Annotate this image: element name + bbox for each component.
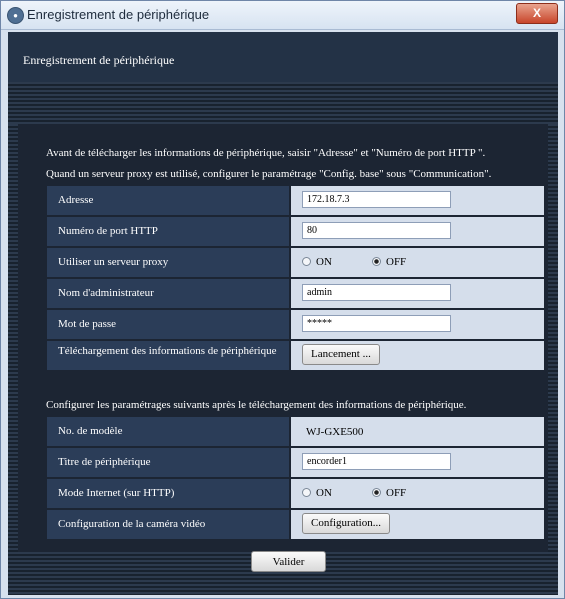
- camera-configuration-button[interactable]: Configuration...: [302, 513, 390, 534]
- address-input[interactable]: 172.18.7.3: [302, 191, 451, 208]
- device-registration-window: ● Enregistrement de périphérique X Enreg…: [0, 0, 565, 599]
- title-bar: ● Enregistrement de périphérique X: [1, 1, 564, 30]
- close-button[interactable]: X: [516, 3, 558, 24]
- camera-config-cell: Configuration...: [291, 510, 544, 539]
- device-title-label: Titre de périphérique: [47, 448, 289, 477]
- radio-checked-icon: [372, 257, 381, 266]
- proxy-cell: ON OFF: [291, 248, 544, 277]
- proxy-label: Utiliser un serveur proxy: [47, 248, 289, 277]
- proxy-off-label: OFF: [386, 256, 407, 268]
- intro-text-1: Avant de télécharger les informations de…: [46, 147, 486, 159]
- radio-unchecked-icon: [302, 257, 311, 266]
- settings-panel: Avant de télécharger les informations de…: [18, 124, 548, 552]
- http-port-row: Numéro de port HTTP 80: [47, 217, 544, 246]
- admin-name-label: Nom d'administrateur: [47, 279, 289, 308]
- camera-app-icon: ●: [7, 7, 24, 24]
- left-border: [8, 124, 18, 552]
- password-input[interactable]: *****: [302, 315, 451, 332]
- address-cell: 172.18.7.3: [291, 186, 544, 215]
- model-label: No. de modèle: [47, 417, 289, 446]
- model-cell: WJ-GXE500: [291, 417, 544, 446]
- download-row: Téléchargement des informations de périp…: [47, 341, 544, 370]
- intro-text-2: Quand un serveur proxy est utilisé, conf…: [46, 168, 492, 180]
- device-title-row: Titre de périphérique encorder1: [47, 448, 544, 477]
- password-label: Mot de passe: [47, 310, 289, 339]
- admin-name-cell: admin: [291, 279, 544, 308]
- right-border: [548, 124, 558, 552]
- page-title: Enregistrement de périphérique: [23, 53, 175, 67]
- download-cell: Lancement ...: [291, 341, 544, 370]
- admin-name-input[interactable]: admin: [302, 284, 451, 301]
- address-row: Adresse 172.18.7.3: [47, 186, 544, 215]
- proxy-off-radio[interactable]: OFF: [372, 256, 406, 268]
- proxy-row: Utiliser un serveur proxy ON OFF: [47, 248, 544, 277]
- http-port-input[interactable]: 80: [302, 222, 451, 239]
- device-title-input[interactable]: encorder1: [302, 453, 451, 470]
- radio-unchecked-icon: [302, 488, 311, 497]
- model-value: WJ-GXE500: [306, 426, 364, 438]
- window-title: Enregistrement de périphérique: [27, 7, 210, 22]
- top-divider: [8, 82, 558, 124]
- admin-name-row: Nom d'administrateur admin: [47, 279, 544, 308]
- internet-mode-off-radio[interactable]: OFF: [372, 487, 406, 499]
- password-cell: *****: [291, 310, 544, 339]
- internet-mode-row: Mode Internet (sur HTTP) ON OFF: [47, 479, 544, 508]
- proxy-on-label: ON: [316, 256, 332, 268]
- http-port-cell: 80: [291, 217, 544, 246]
- content-frame: Enregistrement de périphérique Avant de …: [8, 32, 558, 595]
- page-header: Enregistrement de périphérique: [8, 32, 558, 82]
- radio-checked-icon: [372, 488, 381, 497]
- password-row: Mot de passe *****: [47, 310, 544, 339]
- address-label: Adresse: [47, 186, 289, 215]
- internet-mode-on-radio[interactable]: ON: [302, 487, 332, 499]
- download-label: Téléchargement des informations de périp…: [47, 341, 289, 370]
- proxy-on-radio[interactable]: ON: [302, 256, 332, 268]
- device-title-cell: encorder1: [291, 448, 544, 477]
- camera-config-label: Configuration de la caméra vidéo: [47, 510, 289, 539]
- camera-config-row: Configuration de la caméra vidéo Configu…: [47, 510, 544, 539]
- submit-button[interactable]: Valider: [251, 551, 326, 572]
- http-port-label: Numéro de port HTTP: [47, 217, 289, 246]
- internet-mode-label: Mode Internet (sur HTTP): [47, 479, 289, 508]
- internet-mode-off-label: OFF: [386, 487, 407, 499]
- launch-download-button[interactable]: Lancement ...: [302, 344, 380, 365]
- model-row: No. de modèle WJ-GXE500: [47, 417, 544, 446]
- internet-mode-cell: ON OFF: [291, 479, 544, 508]
- section2-intro: Configurer les paramétrages suivants apr…: [46, 399, 467, 411]
- internet-mode-on-label: ON: [316, 487, 332, 499]
